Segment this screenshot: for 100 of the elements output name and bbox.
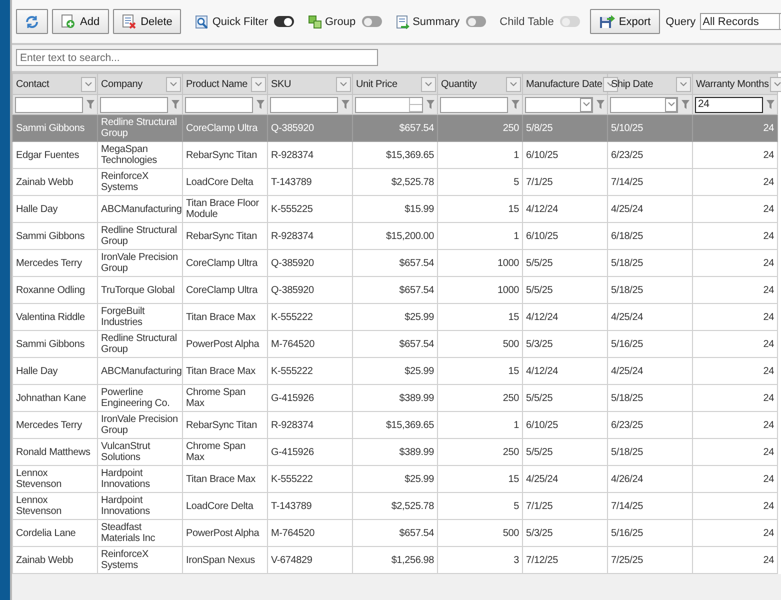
table-row[interactable]: Cordelia Lane Steadfast Materials Inc PowerPost Alpha M-764520 $657.54 500 5/3/25 5/16/25 24 [12,520,778,546]
table-cell: Lennox Stevenson [12,466,98,492]
table-cell: CoreClamp Ultra [182,114,268,142]
table-cell: VulcanStrut Solutions [98,438,182,466]
table-row[interactable]: Zainab Webb ReinforceX Systems LoadCore Delta T-143789 $2,525.78 5 7/1/25 7/14/25 24 [12,168,778,196]
table-cell: 1000 [438,276,522,304]
table-row[interactable]: Halle Day ABCManufacturing Titan Brace Max K-555222 $25.99 15 4/12/24 4/25/24 24 [12,358,778,384]
table-cell: RebarSync Titan [182,222,268,250]
table-cell: 5/16/25 [608,330,692,358]
table-cell: Steadfast Materials Inc [98,520,182,546]
table-cell: Zainab Webb [12,546,98,574]
filter-icon[interactable] [681,99,690,110]
table-cell: 5/5/25 [522,250,608,276]
table-cell: 7/14/25 [608,492,692,520]
table-row[interactable]: Lennox Stevenson Hardpoint Innovations Titan Brace Max K-555222 $25.99 15 4/25/24 4/26/24 24 [12,466,778,492]
table-cell: 24 [692,520,778,546]
table-cell: 24 [692,304,778,330]
table-cell: $2,525.78 [352,492,438,520]
table-cell: 15 [438,196,522,222]
toggle-switch[interactable] [274,16,294,27]
filter-field[interactable] [270,96,338,112]
table-cell: 5 [438,168,522,196]
filter-icon[interactable] [426,99,435,110]
filter-field[interactable] [525,96,593,112]
table-cell: 1000 [438,250,522,276]
table-row[interactable]: Roxanne Odling TruTorque Global CoreClamp Ultra Q-385920 $657.54 1000 5/5/25 5/18/25 24 [12,276,778,304]
filter-field[interactable] [440,96,508,112]
caret-icon [668,102,674,107]
table-cell: $657.54 [352,330,438,358]
floppy-icon [598,14,615,29]
table-cell: $25.99 [352,466,438,492]
add-button[interactable]: Add [52,9,109,34]
table-cell: $25.99 [352,304,438,330]
table-cell: 24 [692,384,778,412]
export-button[interactable]: Export [590,9,660,34]
caret-icon [340,82,347,86]
table-cell: G-415926 [268,384,352,412]
table-cell: Cordelia Lane [12,520,98,546]
toggle-switch[interactable] [362,16,382,27]
table-cell: 1 [438,142,522,168]
table-cell: K-555225 [268,196,352,222]
table-row[interactable]: Ronald Matthews VulcanStrut Solutions Chrome Span Max G-415926 $389.99 250 5/5/25 5/18/25 24 [12,438,778,466]
table-cell: 6/23/25 [608,142,692,168]
table-cell: 5/18/25 [608,384,692,412]
filter-field[interactable] [100,96,168,112]
table-cell: $389.99 [352,438,438,466]
table-cell: ReinforceX Systems [98,168,182,196]
table-cell: Valentina Riddle [12,304,98,330]
filter-icon[interactable] [511,99,520,110]
table-cell: Johnathan Kane [12,384,98,412]
query-dropdown[interactable]: All Records [700,13,781,30]
table-cell: 6/23/25 [608,412,692,438]
table-cell: 7/1/25 [522,492,608,520]
filter-icon[interactable] [171,99,180,110]
table-row[interactable]: Johnathan Kane Powerline Engineering Co. Chrome Span Max G-415926 $389.99 250 5/5/25 5/18/25 24 [12,384,778,412]
caret-icon [255,82,262,86]
column-header: Contact [16,78,50,90]
filter-field[interactable] [15,96,83,112]
table-cell: 3 [438,546,522,574]
table-cell: Halle Day [12,196,98,222]
table-row[interactable]: Edgar Fuentes MegaSpan Technologies RebarSync Titan R-928374 $15,369.65 1 6/10/25 6/23/25 24 [12,142,778,168]
filter-field[interactable] [355,96,423,112]
toggle-label: Child Table [500,16,554,28]
table-cell: Edgar Fuentes [12,142,98,168]
table-cell: 6/18/25 [608,222,692,250]
filter-icon[interactable] [256,99,265,110]
table-row[interactable]: Valentina Riddle ForgeBuilt Industries Titan Brace Max K-555222 $25.99 15 4/12/24 4/25/24 24 [12,304,778,330]
table-cell: Sammi Gibbons [12,330,98,358]
filter-field[interactable] [185,96,253,112]
filter-icon[interactable] [766,99,775,110]
table-cell: 1 [438,222,522,250]
table-cell: R-928374 [268,222,352,250]
filter-field[interactable]: 24 [695,96,763,112]
table-row[interactable]: Zainab Webb ReinforceX Systems IronSpan Nexus V-674829 $1,256.98 3 7/12/25 7/25/25 24 [12,546,778,574]
table-cell: 5/3/25 [522,520,608,546]
table-cell: 24 [692,142,778,168]
table-cell: Redline Structural Group [98,222,182,250]
table-cell: RebarSync Titan [182,412,268,438]
filter-icon[interactable] [86,99,95,110]
table-cell: 24 [692,412,778,438]
search-field[interactable]: Enter text to search... [16,49,378,66]
filter-icon[interactable] [596,99,605,110]
summary-icon [396,14,410,28]
filter-field[interactable] [610,96,678,112]
table-cell: 24 [692,222,778,250]
table-cell: 24 [692,492,778,520]
filter-icon[interactable] [341,99,350,110]
table-cell: IronVale Precision Group [98,412,182,438]
delete-button[interactable]: Delete [112,9,182,34]
table-cell: 7/12/25 [522,546,608,574]
refresh-button[interactable] [16,9,48,34]
table-row[interactable]: Lennox Stevenson Hardpoint Innovations LoadCore Delta T-143789 $2,525.78 5 7/1/25 7/14/25 24 [12,492,778,520]
table-cell: Zainab Webb [12,168,98,196]
toggle-switch[interactable] [466,16,486,27]
add-icon [61,14,76,29]
table-cell: 24 [692,168,778,196]
table-cell: Titan Brace Max [182,304,268,330]
table-cell: 24 [692,330,778,358]
table-cell: 4/25/24 [608,304,692,330]
table-cell: $657.54 [352,276,438,304]
